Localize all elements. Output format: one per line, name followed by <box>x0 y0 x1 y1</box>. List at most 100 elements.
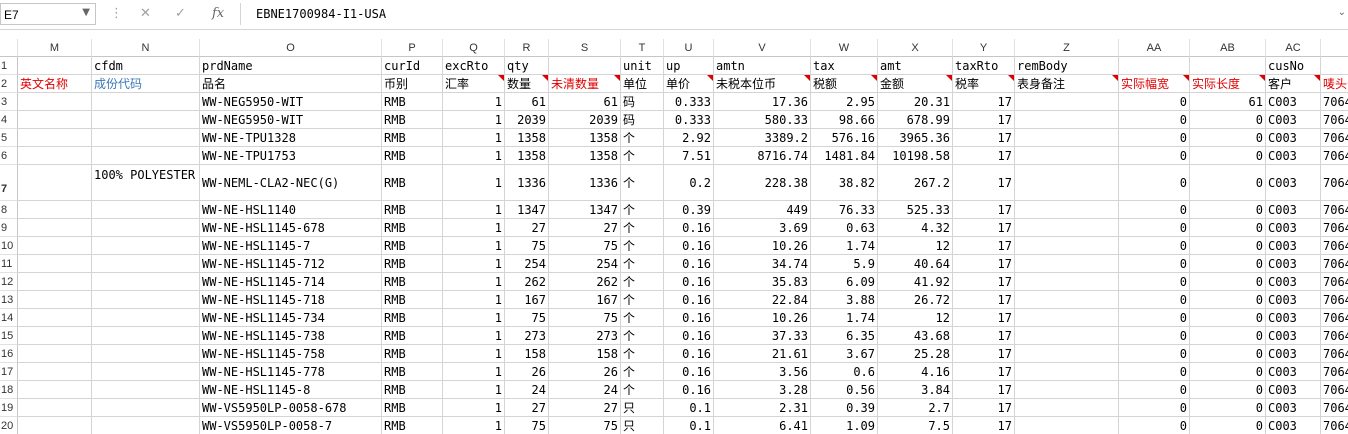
table-cell[interactable] <box>18 165 92 201</box>
table-cell[interactable] <box>18 129 92 147</box>
table-cell[interactable]: 70641- <box>1321 381 1348 399</box>
table-cell[interactable]: 3.28 <box>714 381 811 399</box>
column-header[interactable]: Z <box>1015 39 1119 57</box>
header-cell[interactable]: cusNo <box>1266 57 1321 75</box>
table-cell[interactable]: 17 <box>953 93 1015 111</box>
table-cell[interactable]: 1347 <box>505 201 549 219</box>
table-cell[interactable]: C003 <box>1266 237 1321 255</box>
column-header[interactable]: Y <box>953 39 1015 57</box>
table-cell[interactable]: C003 <box>1266 309 1321 327</box>
table-cell[interactable]: 0 <box>1190 345 1266 363</box>
row-header[interactable]: 17 <box>0 363 18 381</box>
table-cell[interactable]: 525.33 <box>878 201 953 219</box>
table-cell[interactable]: 2.7 <box>878 399 953 417</box>
table-cell[interactable]: 1 <box>443 327 505 345</box>
table-cell[interactable]: WW-NE-HSL1145-712 <box>200 255 382 273</box>
table-cell[interactable] <box>92 309 200 327</box>
table-cell[interactable]: 个 <box>621 165 664 201</box>
table-cell[interactable] <box>92 381 200 399</box>
table-cell[interactable]: 61 <box>505 93 549 111</box>
table-cell[interactable]: 0 <box>1119 309 1190 327</box>
table-cell[interactable]: 个 <box>621 345 664 363</box>
table-cell[interactable]: 2.92 <box>664 129 714 147</box>
column-header[interactable]: U <box>664 39 714 57</box>
table-cell[interactable] <box>18 273 92 291</box>
row-header[interactable]: 11 <box>0 255 18 273</box>
table-cell[interactable]: RMB <box>382 147 443 165</box>
table-cell[interactable]: 0 <box>1190 237 1266 255</box>
table-cell[interactable]: 1358 <box>505 129 549 147</box>
table-cell[interactable] <box>18 399 92 417</box>
table-cell[interactable]: C003 <box>1266 327 1321 345</box>
table-cell[interactable]: WW-NE-HSL1140 <box>200 201 382 219</box>
table-cell[interactable]: 70641- <box>1321 363 1348 381</box>
table-cell[interactable]: RMB <box>382 129 443 147</box>
table-cell[interactable]: 17 <box>953 381 1015 399</box>
row-header[interactable]: 13 <box>0 291 18 309</box>
table-cell[interactable]: 70641- <box>1321 255 1348 273</box>
table-cell[interactable]: 1 <box>443 147 505 165</box>
table-cell[interactable]: 12 <box>878 309 953 327</box>
row-header[interactable]: 6 <box>0 147 18 165</box>
row-header[interactable]: 15 <box>0 327 18 345</box>
table-cell[interactable] <box>92 327 200 345</box>
table-cell[interactable]: 70641- <box>1321 165 1348 201</box>
table-cell[interactable]: 12 <box>878 237 953 255</box>
table-cell[interactable]: 17 <box>953 327 1015 345</box>
header-cell[interactable]: cfdm <box>92 57 200 75</box>
header-cell[interactable]: taxRto <box>953 57 1015 75</box>
table-cell[interactable] <box>1015 363 1119 381</box>
table-cell[interactable]: 27 <box>549 219 621 237</box>
table-cell[interactable]: 1 <box>443 129 505 147</box>
table-cell[interactable]: 0.1 <box>664 399 714 417</box>
table-cell[interactable]: 1 <box>443 363 505 381</box>
table-cell[interactable]: WW-NE-HSL1145-718 <box>200 291 382 309</box>
table-cell[interactable]: RMB <box>382 273 443 291</box>
table-cell[interactable]: 17 <box>953 291 1015 309</box>
table-cell[interactable]: 1358 <box>549 129 621 147</box>
table-cell[interactable]: 26 <box>505 363 549 381</box>
table-cell[interactable] <box>18 237 92 255</box>
row-header[interactable]: 16 <box>0 345 18 363</box>
table-cell[interactable]: 0 <box>1119 291 1190 309</box>
header-cell[interactable]: 表身备注 <box>1015 75 1119 93</box>
table-cell[interactable]: 2039 <box>549 111 621 129</box>
table-cell[interactable]: 8716.74 <box>714 147 811 165</box>
header-cell[interactable]: 未税本位币 <box>714 75 811 93</box>
table-cell[interactable]: 个 <box>621 273 664 291</box>
column-header[interactable]: V <box>714 39 811 57</box>
table-cell[interactable]: 17 <box>953 345 1015 363</box>
table-cell[interactable]: 0 <box>1119 111 1190 129</box>
table-cell[interactable]: 43.68 <box>878 327 953 345</box>
table-cell[interactable] <box>1015 165 1119 201</box>
column-header[interactable]: P <box>382 39 443 57</box>
table-cell[interactable]: 21.61 <box>714 345 811 363</box>
header-cell[interactable]: 实际长度 <box>1190 75 1266 93</box>
cancel-icon[interactable]: ✕ <box>140 6 151 21</box>
spreadsheet-grid[interactable]: M N O P Q R S T U V W X Y Z AA AB AC 1 cfdm prdName curId exc… <box>0 39 1348 434</box>
column-header[interactable]: S <box>549 39 621 57</box>
table-cell[interactable]: 0 <box>1119 273 1190 291</box>
more-options-icon[interactable]: ⋮ <box>110 6 123 21</box>
table-cell[interactable]: C003 <box>1266 363 1321 381</box>
header-cell[interactable]: 单价 <box>664 75 714 93</box>
table-cell[interactable] <box>1015 273 1119 291</box>
table-cell[interactable]: 37.33 <box>714 327 811 345</box>
table-cell[interactable]: 3.56 <box>714 363 811 381</box>
table-cell[interactable]: 个 <box>621 147 664 165</box>
table-cell[interactable]: RMB <box>382 219 443 237</box>
table-cell[interactable]: 17 <box>953 165 1015 201</box>
column-header[interactable]: N <box>92 39 200 57</box>
table-cell[interactable]: 17 <box>953 399 1015 417</box>
table-cell[interactable]: 0.16 <box>664 255 714 273</box>
table-cell[interactable]: 61 <box>549 93 621 111</box>
table-cell[interactable]: 70641- <box>1321 417 1348 434</box>
header-cell[interactable]: amtn <box>714 57 811 75</box>
table-cell[interactable]: 22.84 <box>714 291 811 309</box>
table-cell[interactable]: 0 <box>1119 345 1190 363</box>
table-cell[interactable]: RMB <box>382 417 443 434</box>
table-cell[interactable]: 0 <box>1119 381 1190 399</box>
header-cell[interactable] <box>1321 57 1348 75</box>
header-cell[interactable]: unit <box>621 57 664 75</box>
table-cell[interactable]: C003 <box>1266 219 1321 237</box>
